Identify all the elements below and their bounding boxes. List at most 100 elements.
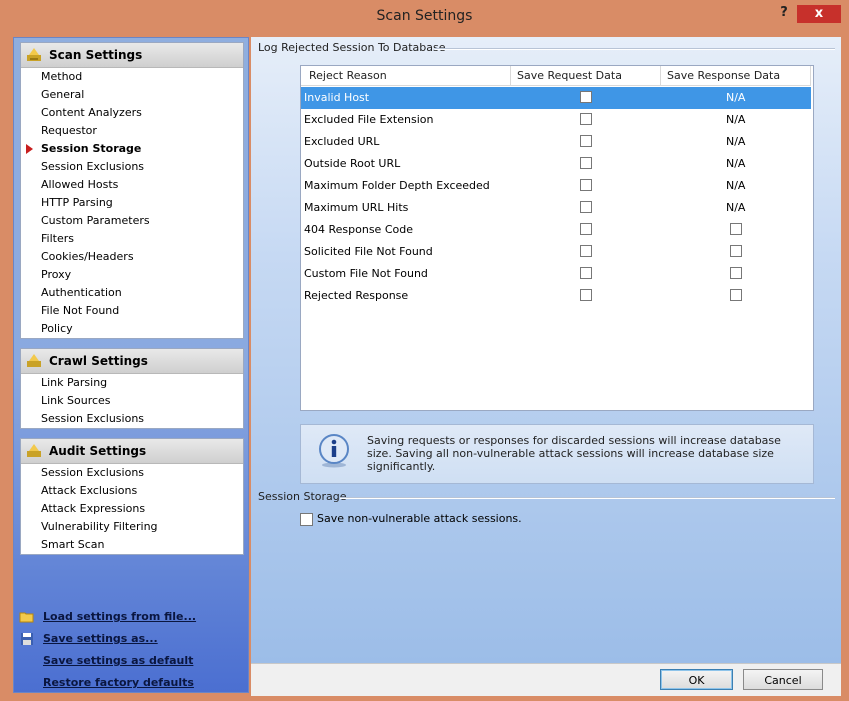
save-response-checkbox[interactable] <box>730 223 742 235</box>
sidebar-item[interactable]: Cookies/Headers <box>21 248 243 266</box>
save-response-na: N/A <box>726 135 746 148</box>
table-row[interactable]: 404 Response Code <box>301 219 811 241</box>
table-row[interactable]: Custom File Not Found <box>301 263 811 285</box>
info-panel: Saving requests or responses for discard… <box>300 424 814 484</box>
load-settings-link[interactable]: Load settings from file... <box>16 606 196 628</box>
save-request-checkbox[interactable] <box>580 135 592 147</box>
sidebar-item[interactable]: Policy <box>21 320 243 338</box>
log-rejected-group-label: Log Rejected Session To Database <box>258 41 446 54</box>
column-header-reason[interactable]: Reject Reason <box>301 66 511 86</box>
sidebar-item[interactable]: Allowed Hosts <box>21 176 243 194</box>
save-settings-as-link[interactable]: Save settings as... <box>16 628 196 650</box>
sidebar-item-label: Requestor <box>41 124 97 137</box>
sidebar-item[interactable]: Link Parsing <box>21 374 243 392</box>
save-request-checkbox[interactable] <box>580 179 592 191</box>
save-request-checkbox[interactable] <box>580 245 592 257</box>
settings-file-links: Load settings from file... Save settings… <box>16 606 196 694</box>
sidebar-item[interactable]: Requestor <box>21 122 243 140</box>
reject-reason-cell: Outside Root URL <box>304 157 401 170</box>
sidebar-item[interactable]: Attack Exclusions <box>21 482 243 500</box>
table-row[interactable]: Excluded File Extension N/A <box>301 109 811 131</box>
sidebar-item[interactable]: Proxy <box>21 266 243 284</box>
save-response-checkbox[interactable] <box>730 245 742 257</box>
save-settings-default-link[interactable]: Save settings as default <box>16 650 196 672</box>
sidebar-item-label: Smart Scan <box>41 538 105 551</box>
sidebar-item[interactable]: Session Exclusions <box>21 158 243 176</box>
audit-settings-title: Audit Settings <box>49 444 147 458</box>
sidebar-item[interactable]: Authentication <box>21 284 243 302</box>
info-icon <box>319 434 349 468</box>
reject-reason-cell: Rejected Response <box>304 289 409 302</box>
save-settings-as-label: Save settings as... <box>43 632 158 645</box>
save-request-checkbox[interactable] <box>580 113 592 125</box>
sidebar-item[interactable]: Method <box>21 68 243 86</box>
scan-settings-title: Scan Settings <box>49 48 143 62</box>
sidebar-item[interactable]: HTTP Parsing <box>21 194 243 212</box>
sidebar-item[interactable]: Attack Expressions <box>21 500 243 518</box>
folder-open-icon <box>19 612 34 623</box>
save-request-checkbox[interactable] <box>580 157 592 169</box>
save-response-na: N/A <box>726 201 746 214</box>
cancel-button[interactable]: Cancel <box>743 669 823 690</box>
sidebar-item[interactable]: Session Storage <box>21 140 243 158</box>
column-header-request[interactable]: Save Request Data <box>511 66 661 86</box>
table-row[interactable]: Excluded URL N/A <box>301 131 811 153</box>
table-row[interactable]: Invalid Host N/A <box>301 87 811 109</box>
save-nonvuln-checkbox[interactable] <box>300 513 313 526</box>
sidebar-item[interactable]: Session Exclusions <box>21 464 243 482</box>
sidebar-item[interactable]: Custom Parameters <box>21 212 243 230</box>
reject-reason-cell: Maximum URL Hits <box>304 201 409 214</box>
sidebar-item[interactable]: Session Exclusions <box>21 410 243 428</box>
save-response-na: N/A <box>726 91 746 104</box>
save-request-checkbox[interactable] <box>580 223 592 235</box>
table-row[interactable]: Rejected Response <box>301 285 811 307</box>
sidebar-item-label: Session Exclusions <box>41 160 145 173</box>
window-title: Scan Settings <box>376 8 473 24</box>
settings-category-icon <box>27 354 41 367</box>
sidebar-item[interactable]: Link Sources <box>21 392 243 410</box>
audit-settings-header[interactable]: Audit Settings <box>21 439 243 464</box>
restore-defaults-link[interactable]: Restore factory defaults <box>16 672 196 694</box>
save-response-checkbox[interactable] <box>730 267 742 279</box>
sidebar-item[interactable]: File Not Found <box>21 302 243 320</box>
reject-reason-cell: Invalid Host <box>304 91 370 104</box>
sidebar-item-label: General <box>41 88 85 101</box>
reject-reason-table: Reject Reason Save Request Data Save Res… <box>300 65 814 411</box>
table-row[interactable]: Outside Root URL N/A <box>301 153 811 175</box>
table-row[interactable]: Solicited File Not Found <box>301 241 811 263</box>
restore-defaults-label: Restore factory defaults <box>43 676 194 689</box>
group-divider <box>435 48 835 50</box>
save-request-checkbox[interactable] <box>580 289 592 301</box>
save-response-checkbox[interactable] <box>730 289 742 301</box>
sidebar-item-label: Link Parsing <box>41 376 108 389</box>
reject-reason-cell: Excluded URL <box>304 135 380 148</box>
close-button[interactable]: x <box>797 5 841 23</box>
sidebar-item-label: Allowed Hosts <box>41 178 119 191</box>
table-row[interactable]: Maximum URL Hits N/A <box>301 197 811 219</box>
column-header-response[interactable]: Save Response Data <box>661 66 811 86</box>
table-row[interactable]: Maximum Folder Depth Exceeded N/A <box>301 175 811 197</box>
sidebar-item[interactable]: Smart Scan <box>21 536 243 554</box>
ok-button[interactable]: OK <box>660 669 733 690</box>
floppy-disk-icon <box>21 633 33 645</box>
sidebar-item-label: Content Analyzers <box>41 106 142 119</box>
scan-settings-header[interactable]: Scan Settings <box>21 43 243 68</box>
save-request-checkbox[interactable] <box>580 267 592 279</box>
crawl-settings-header[interactable]: Crawl Settings <box>21 349 243 374</box>
save-request-checkbox[interactable] <box>580 91 592 103</box>
audit-settings-section: Audit Settings Session Exclusions Attack … <box>20 438 244 555</box>
sidebar-item-label: Policy <box>41 322 73 335</box>
sidebar-item-label: Proxy <box>41 268 72 281</box>
info-message: Saving requests or responses for discard… <box>367 434 781 473</box>
save-request-checkbox[interactable] <box>580 201 592 213</box>
dialog-footer: OK Cancel <box>251 663 841 696</box>
crawl-settings-section: Crawl Settings Link Parsing Link Sources S… <box>20 348 244 429</box>
sidebar-item-label: Session Exclusions <box>41 466 145 479</box>
sidebar-item-label: Authentication <box>41 286 122 299</box>
save-response-na: N/A <box>726 179 746 192</box>
sidebar-item[interactable]: Filters <box>21 230 243 248</box>
sidebar-item[interactable]: Content Analyzers <box>21 104 243 122</box>
sidebar-item[interactable]: General <box>21 86 243 104</box>
sidebar-item[interactable]: Vulnerability Filtering <box>21 518 243 536</box>
help-button[interactable]: ? <box>774 4 794 22</box>
